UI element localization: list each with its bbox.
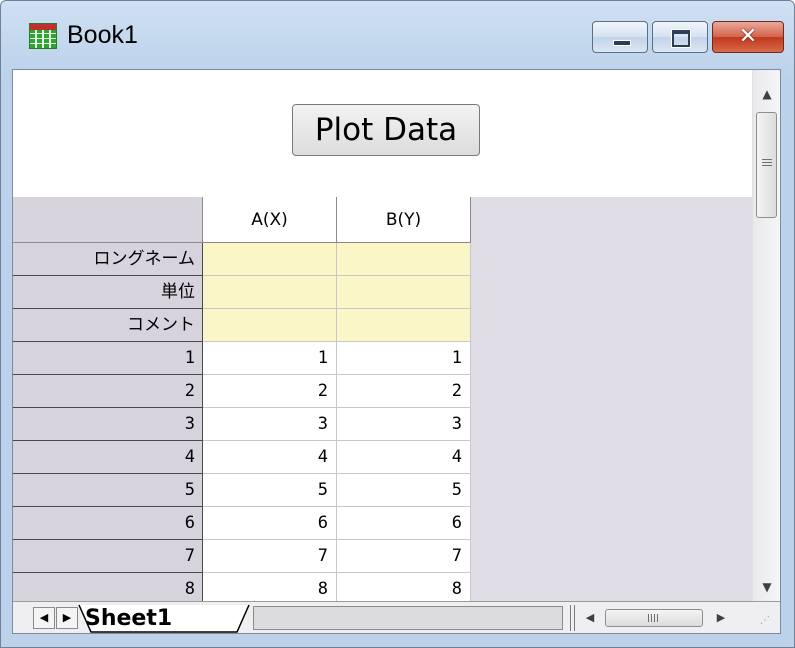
horizontal-scroll-thumb[interactable] (605, 609, 703, 627)
meta-cell-a[interactable] (203, 243, 337, 276)
scroll-down-arrow-icon[interactable]: ▼ (753, 573, 780, 601)
row-header[interactable]: 1 (13, 342, 203, 375)
tab-strip-empty (253, 606, 563, 630)
grip-icon (762, 159, 772, 168)
data-cell-b[interactable]: 1 (337, 342, 471, 375)
resize-grip-icon[interactable]: ⋰ (760, 614, 774, 628)
vertical-scroll-thumb[interactable] (756, 112, 777, 218)
maximize-icon (672, 30, 690, 47)
workbook-client-area: Plot Data A(X) B(Y) ロングネーム 単位 コメント 1 1 1 2 2 2 3 3… (12, 69, 781, 634)
column-header-b[interactable]: B(Y) (337, 197, 471, 243)
grid-corner[interactable] (13, 197, 203, 243)
row-header[interactable]: 2 (13, 375, 203, 408)
data-cell-b[interactable]: 5 (337, 474, 471, 507)
row-header[interactable]: 6 (13, 507, 203, 540)
meta-cell-a[interactable] (203, 309, 337, 342)
worksheet-header-panel: Plot Data (13, 70, 752, 197)
window-title: Book1 (67, 21, 138, 49)
row-header[interactable]: 3 (13, 408, 203, 441)
data-cell-a[interactable]: 4 (203, 441, 337, 474)
plot-data-button[interactable]: Plot Data (292, 104, 480, 156)
book-window: Book1 ✕ Plot Data A(X) B(Y) ロングネーム 単位 コメント… (0, 0, 795, 648)
data-cell-b[interactable]: 7 (337, 540, 471, 573)
row-header[interactable]: 7 (13, 540, 203, 573)
scroll-right-arrow-icon[interactable]: ▶ (710, 607, 732, 629)
data-cell-b[interactable]: 6 (337, 507, 471, 540)
scroll-left-arrow-icon[interactable]: ◀ (579, 607, 601, 629)
row-header[interactable]: 4 (13, 441, 203, 474)
minimize-icon (613, 40, 631, 46)
meta-row-label[interactable]: コメント (13, 309, 203, 342)
sheet-tab-sheet1[interactable]: Sheet1 (85, 605, 172, 633)
column-header-a[interactable]: A(X) (203, 197, 337, 243)
meta-row-label[interactable]: ロングネーム (13, 243, 203, 276)
grip-icon (648, 614, 658, 622)
tab-scroll-left-icon[interactable]: ◀ (33, 607, 55, 629)
tab-scroll-right-icon[interactable]: ▶ (56, 607, 78, 629)
meta-cell-a[interactable] (203, 276, 337, 309)
data-cell-b[interactable]: 4 (337, 441, 471, 474)
row-header[interactable]: 5 (13, 474, 203, 507)
close-button[interactable]: ✕ (712, 21, 784, 53)
data-cell-a[interactable]: 3 (203, 408, 337, 441)
data-cell-a[interactable]: 6 (203, 507, 337, 540)
minimize-button[interactable] (592, 21, 648, 53)
data-cell-b[interactable]: 3 (337, 408, 471, 441)
close-icon: ✕ (738, 24, 758, 49)
title-bar[interactable]: Book1 ✕ (1, 1, 794, 69)
tab-split-handle[interactable] (570, 605, 575, 631)
meta-cell-b[interactable] (337, 309, 471, 342)
scroll-up-arrow-icon[interactable]: ▲ (753, 80, 780, 108)
maximize-button[interactable] (652, 21, 708, 53)
data-cell-a[interactable]: 5 (203, 474, 337, 507)
data-cell-a[interactable]: 7 (203, 540, 337, 573)
data-cell-a[interactable]: 1 (203, 342, 337, 375)
sheet-tab-bar: ◀ ▶ Sheet1 ◀ ▶ ⋰ (13, 601, 780, 633)
worksheet-grid: A(X) B(Y) ロングネーム 単位 コメント 1 1 1 2 2 2 3 3 3 4 4 4 5 5 5 6 6 6… (13, 197, 752, 614)
meta-cell-b[interactable] (337, 243, 471, 276)
meta-row-label[interactable]: 単位 (13, 276, 203, 309)
workbook-icon[interactable] (29, 23, 57, 49)
data-cell-b[interactable]: 2 (337, 375, 471, 408)
data-cell-a[interactable]: 2 (203, 375, 337, 408)
vertical-scrollbar[interactable]: ▲ ▼ (752, 70, 780, 601)
meta-cell-b[interactable] (337, 276, 471, 309)
